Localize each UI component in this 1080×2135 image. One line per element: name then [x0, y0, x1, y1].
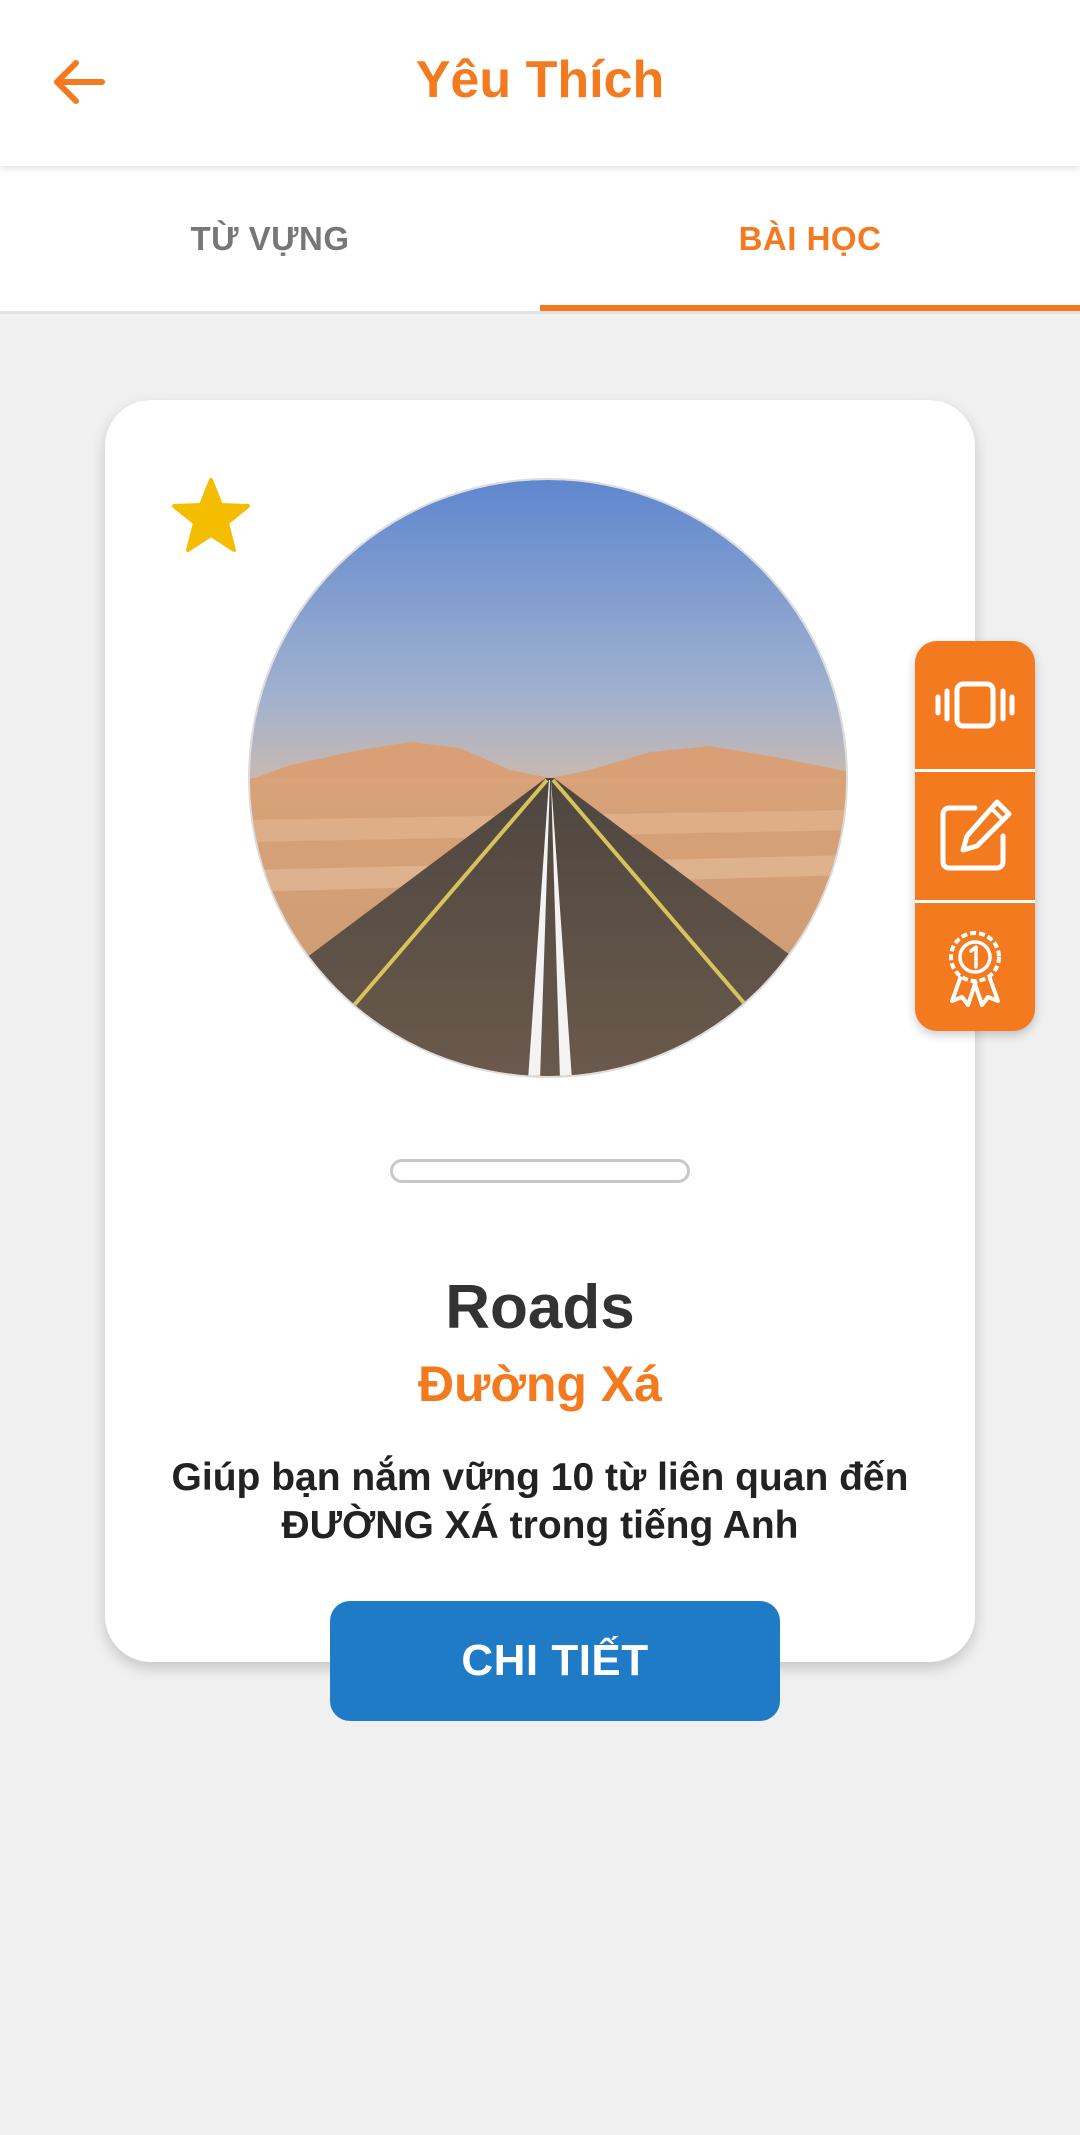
vibrate-flashcard-icon	[935, 681, 1015, 729]
detail-button[interactable]: CHI TIẾT	[330, 1601, 780, 1721]
lesson-image	[248, 478, 848, 1078]
lesson-description-line-2: ĐƯỜNG XÁ trong tiếng Anh	[281, 1504, 799, 1547]
lesson-description: Giúp bạn nắm vững 10 từ liên quan đến ĐƯ…	[145, 1454, 935, 1550]
tab-lessons[interactable]: BÀI HỌC	[540, 166, 1080, 311]
star-icon	[172, 478, 250, 552]
tab-vocabulary[interactable]: TỪ VỰNG	[0, 166, 540, 311]
edit-icon	[940, 799, 1012, 871]
ranking-button[interactable]	[915, 900, 1035, 1031]
practice-button[interactable]	[915, 769, 1035, 900]
lesson-subtitle: Đường Xá	[418, 1356, 662, 1412]
lesson-description-line-1: Giúp bạn nắm vững 10 từ liên quan đến	[171, 1456, 909, 1499]
award-rank-icon	[949, 931, 1001, 1007]
page-title: Yêu Thích	[415, 51, 665, 109]
side-action-panel	[915, 641, 1035, 1031]
tab-bar: TỪ VỰNG BÀI HỌC	[0, 166, 1080, 311]
lesson-title: Roads	[445, 1273, 635, 1342]
flashcard-button[interactable]	[915, 641, 1035, 769]
lesson-card[interactable]: Roads Đường Xá Giúp bạn nắm vững 10 từ l…	[105, 400, 975, 1662]
favorite-button[interactable]	[169, 474, 253, 558]
lesson-progress-bar	[390, 1159, 690, 1183]
tab-divider	[0, 311, 1080, 314]
app-bar: Yêu Thích	[0, 0, 1080, 166]
